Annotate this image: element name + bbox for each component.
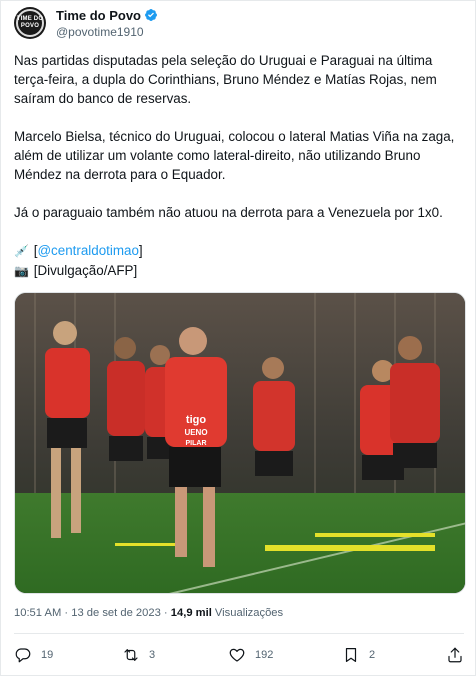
camera-emoji-icon: 📷 [14,264,29,278]
reply-count: 19 [41,649,54,661]
bookmark-icon [345,648,357,662]
heart-icon [229,648,245,662]
views-label: Visualizações [214,607,284,619]
repost-button[interactable]: 3 [122,646,155,664]
repost-icon [124,649,138,661]
user-handle[interactable]: @povotime1910 [56,25,158,39]
repost-count: 3 [149,649,156,661]
credit-bracket-close: ] [138,243,143,258]
tweet-photo[interactable]: tigo UENO PILAR [14,292,466,594]
meta-separator-2: · [163,607,168,619]
mention-link[interactable]: @centraldotimao [37,243,138,258]
tweet-meta: 10:51 AM · 13 de set de 2023 · 14,9 mil … [14,607,283,619]
paragraph-1: Nas partidas disputadas pela seleção do … [14,53,437,106]
share-icon [448,647,462,663]
bookmark-button[interactable]: 2 [342,646,375,664]
paragraph-2: Marcelo Bielsa, técnico do Uruguai, colo… [14,129,455,182]
meta-separator: · [64,607,69,619]
jersey-sponsor-1: tigo [186,414,206,426]
tweet-header: TIME DO POVO Time do Povo @povotime1910 [14,5,158,41]
display-name-row: Time do Povo [56,8,158,23]
credit-line-1: 💉 [@centraldotimao] [14,241,466,261]
divider [14,633,464,634]
jersey-sponsor-2: UENO [184,428,207,437]
author-names: Time do Povo @povotime1910 [56,8,158,39]
like-count: 192 [255,649,274,661]
bookmark-count: 2 [369,649,376,661]
verified-badge-icon [145,9,157,21]
tweet-date[interactable]: 13 de set de 2023 [71,607,161,619]
display-name[interactable]: Time do Povo [56,8,141,23]
tweet-time[interactable]: 10:51 AM [14,607,61,619]
tweet-text: Nas partidas disputadas pela seleção do … [14,51,466,281]
photo-credit: [Divulgação/AFP] [33,263,138,278]
reply-icon [15,648,31,663]
training-photo-illustration: tigo UENO PILAR [15,293,465,593]
tweet-card: TIME DO POVO Time do Povo @povotime1910 … [0,0,476,676]
like-button[interactable]: 192 [228,646,273,664]
jersey-sponsor-3: PILAR [186,440,207,447]
reply-button[interactable]: 19 [14,646,53,664]
credit-line-2: 📷 [Divulgação/AFP] [14,261,466,281]
paragraph-3: Já o paraguaio também não atuou na derro… [14,205,443,220]
avatar-logo: TIME DO POVO [16,16,44,29]
action-bar: 19 3 192 2 [14,646,466,668]
views-count: 14,9 mil [170,607,212,619]
share-button[interactable] [446,646,464,664]
avatar[interactable]: TIME DO POVO [14,7,46,39]
syringe-emoji-icon: 💉 [14,244,29,258]
